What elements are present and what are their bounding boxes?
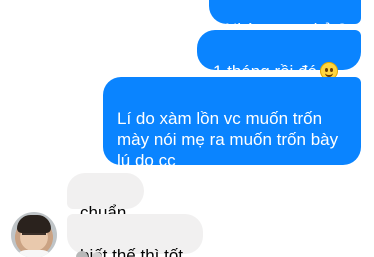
message-text: Lí do xàm lồn vc muốn trốn mày nói mẹ ra…: [117, 109, 339, 170]
avatar-shirt: [16, 250, 52, 257]
avatar-hair: [17, 215, 51, 233]
outgoing-message[interactable]: Nhờn cmm hả ?: [209, 0, 361, 39]
read-receipt-avatar: [76, 251, 88, 257]
chat-thread: Nhờn cmm hả ? 1 tháng rồi đó Lí do xàm l…: [0, 0, 374, 257]
outgoing-message[interactable]: 1 tháng rồi đó: [197, 30, 361, 81]
incoming-message[interactable]: biết thế thì tốt: [67, 214, 203, 257]
avatar-glasses: [22, 233, 46, 243]
outgoing-message[interactable]: Lí do xàm lồn vc muốn trốn mày nói mẹ ra…: [103, 77, 361, 170]
sender-avatar[interactable]: [11, 212, 57, 257]
incoming-message[interactable]: chuẩn: [67, 173, 144, 222]
read-receipt-avatar: [92, 252, 102, 257]
